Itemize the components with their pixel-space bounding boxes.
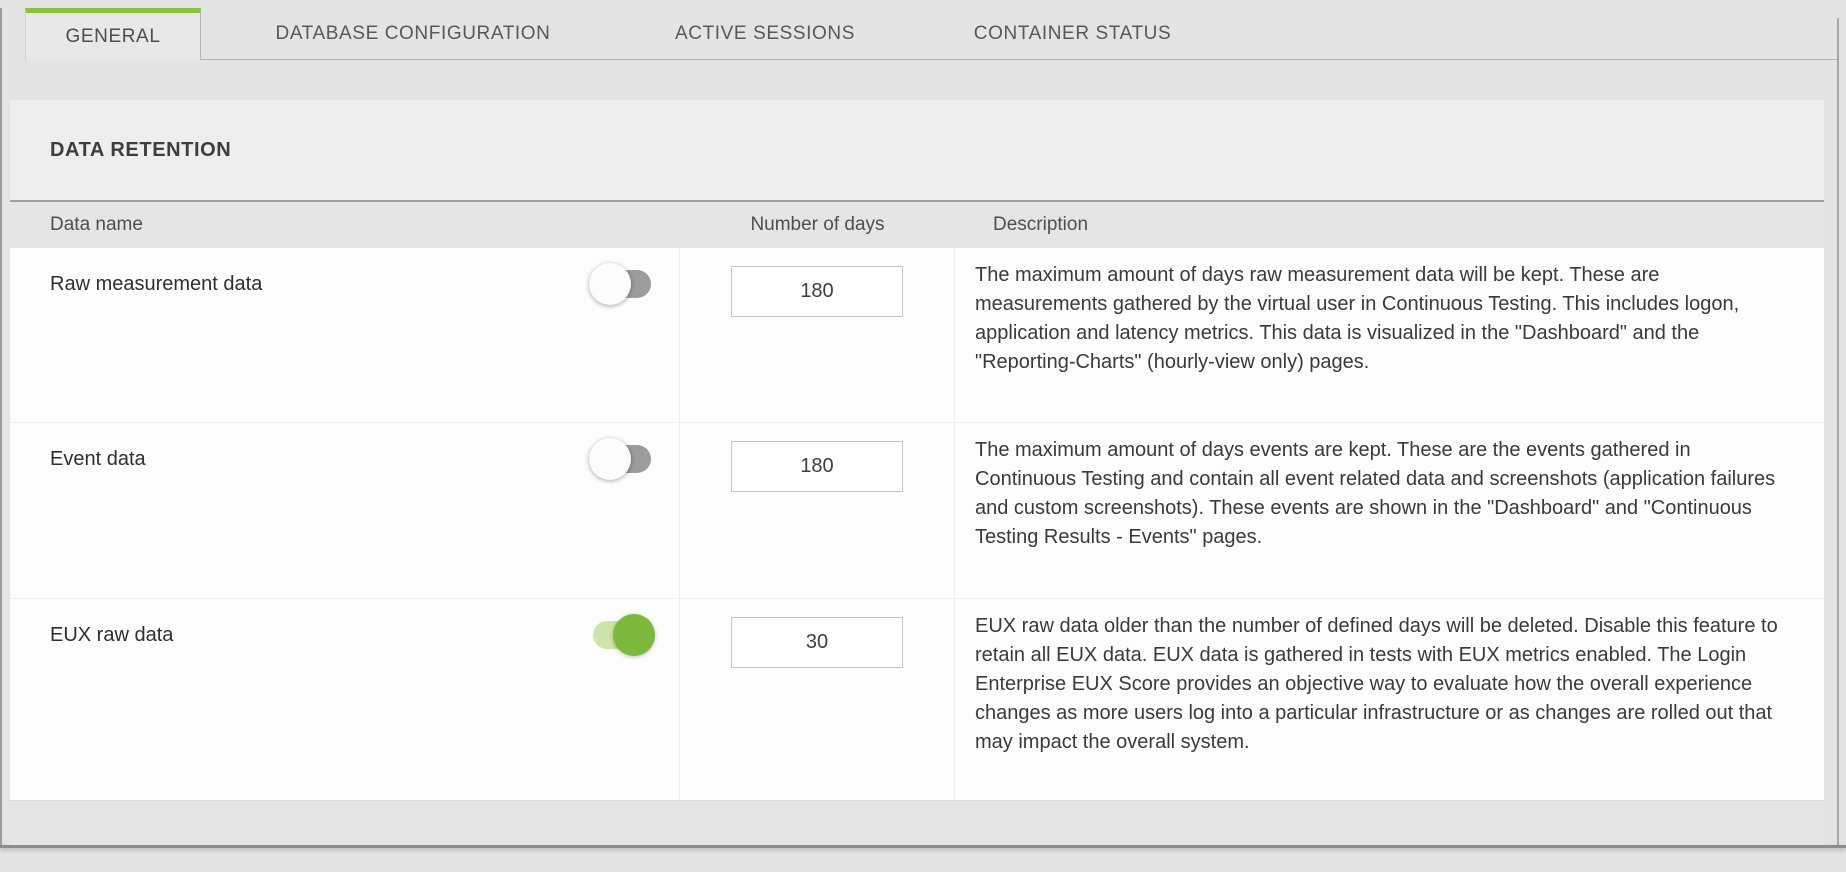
number-of-days-cell	[680, 599, 955, 800]
table-header-row: Data name Number of days Description	[10, 200, 1824, 248]
number-of-days-cell	[680, 423, 955, 598]
description-cell: The maximum amount of days events are ke…	[955, 423, 1824, 598]
row-label: Event data	[50, 448, 146, 470]
toggle-knob-icon	[613, 614, 655, 656]
data-retention-panel: DATA RETENTION Data name Number of days …	[10, 100, 1824, 845]
data-name-cell: Event data	[10, 423, 680, 598]
description-cell: EUX raw data older than the number of de…	[955, 599, 1824, 800]
column-header-data-name: Data name	[10, 214, 680, 236]
eux-raw-data-days-input[interactable]	[731, 617, 903, 668]
window-edge-right	[1837, 18, 1839, 846]
table-row: EUX raw data EUX raw data older than the…	[10, 599, 1824, 800]
section-title: DATA RETENTION	[10, 100, 1824, 200]
description-cell: The maximum amount of days raw measureme…	[955, 248, 1824, 422]
data-name-cell: Raw measurement data	[10, 248, 680, 422]
tab-active-sessions[interactable]: ACTIVE SESSIONS	[655, 8, 875, 60]
event-data-days-input[interactable]	[731, 441, 903, 492]
row-label: Raw measurement data	[50, 273, 262, 295]
toggle-knob-icon	[589, 438, 631, 480]
raw-measurement-days-input[interactable]	[731, 266, 903, 317]
window-edge-left	[0, 8, 2, 846]
toggle-knob-icon	[589, 263, 631, 305]
eux-raw-data-toggle[interactable]	[589, 614, 655, 656]
tab-database-configuration[interactable]: DATABASE CONFIGURATION	[243, 8, 583, 60]
table-row: Raw measurement data The maximum amount …	[10, 248, 1824, 423]
window-edge-bottom	[0, 845, 1846, 848]
tab-general[interactable]: GENERAL	[25, 8, 201, 60]
column-header-description: Description	[955, 214, 1824, 236]
tab-container-status[interactable]: CONTAINER STATUS	[950, 8, 1195, 60]
number-of-days-cell	[680, 248, 955, 422]
event-data-toggle[interactable]	[589, 438, 655, 480]
row-label: EUX raw data	[50, 624, 173, 646]
row-description: The maximum amount of days raw measureme…	[975, 261, 1795, 377]
tab-bar: GENERAL DATABASE CONFIGURATION ACTIVE SE…	[0, 8, 1846, 60]
row-description: EUX raw data older than the number of de…	[975, 612, 1795, 757]
table-row: Event data The maximum amount of days ev…	[10, 423, 1824, 599]
column-header-number-of-days: Number of days	[680, 214, 955, 236]
row-description: The maximum amount of days events are ke…	[975, 436, 1795, 552]
data-name-cell: EUX raw data	[10, 599, 680, 800]
table-footer	[10, 800, 1824, 845]
raw-measurement-data-toggle[interactable]	[589, 263, 655, 305]
